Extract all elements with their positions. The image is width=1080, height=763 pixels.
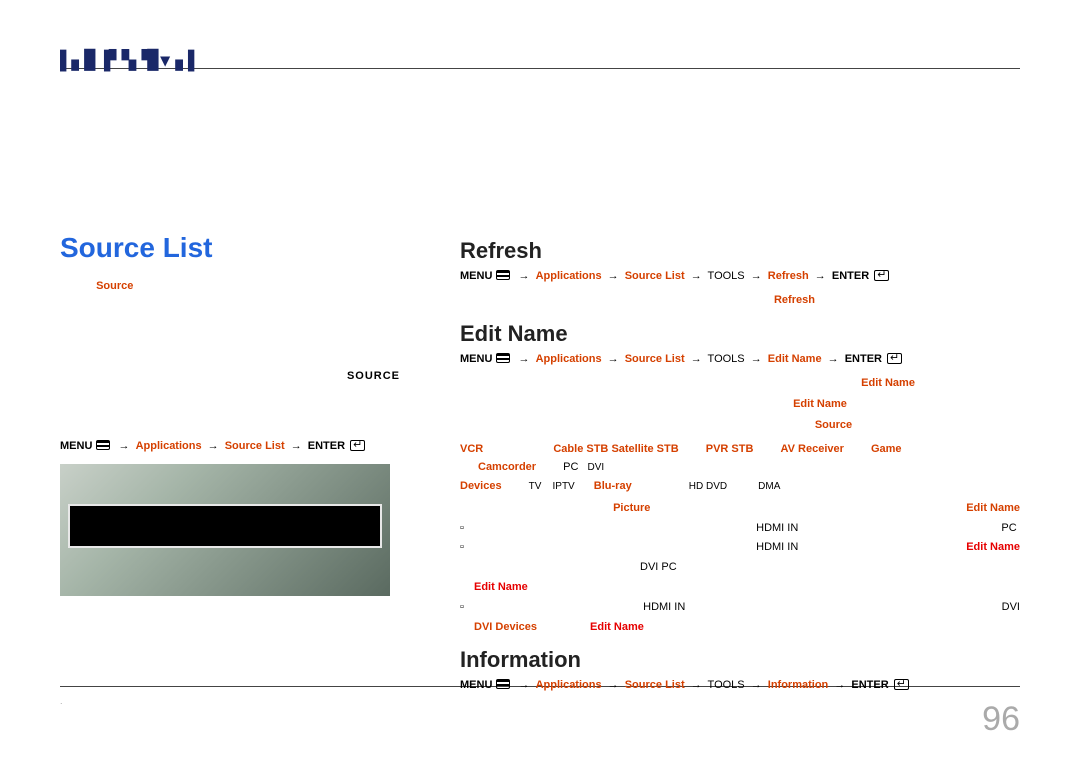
source-intro: ……… Source ………… — [60, 278, 420, 296]
dev-av: AV Receiver — [781, 443, 844, 455]
path-information: MENU → Applications → Source List → TOOL… — [460, 677, 1020, 691]
p-editname: Edit Name — [768, 353, 822, 365]
enter-icon — [350, 440, 365, 451]
p-src: Source List — [625, 270, 685, 282]
b3-dvidev: DVI Devices — [474, 621, 537, 633]
p-src: Source List — [625, 353, 685, 365]
p-tools: TOOLS — [708, 353, 745, 365]
dev-bluray: Blu-ray — [594, 480, 632, 492]
kw-source: Source — [96, 280, 133, 292]
menu-icon — [96, 440, 110, 450]
p-apps: Applications — [536, 353, 602, 365]
b3-hdmin: HDMI IN — [643, 601, 685, 613]
section-information: Information MENU → Applications → Source… — [460, 647, 1020, 691]
p-menu: MENU — [460, 353, 492, 365]
p-tools: TOOLS — [708, 270, 745, 282]
enter-icon — [887, 353, 902, 364]
p-menu: MENU — [460, 270, 492, 282]
path-editname: MENU → Applications → Source List → TOOL… — [460, 351, 1020, 365]
refresh-body: …………………………………… Refresh …… — [460, 290, 1020, 311]
heading-refresh: Refresh — [460, 238, 1020, 264]
dev-game: Game — [871, 443, 902, 455]
path-sourcelist-label: Source List — [225, 440, 285, 452]
dev-pvr: PVR STB — [706, 443, 754, 455]
path-sourcelist: MENU → Applications → Source List → ENTE… — [60, 438, 420, 452]
screenshot-placeholder — [60, 464, 390, 596]
heading-source-list: Source List — [60, 232, 420, 264]
b2-en: Edit Name — [474, 581, 528, 593]
p-enter: ENTER — [845, 353, 882, 365]
menu-icon — [496, 679, 510, 689]
p-apps: Applications — [536, 679, 602, 691]
b1-pc: PC — [1001, 522, 1016, 534]
b2-hdmin: HDMI IN — [756, 541, 798, 553]
p-info: Information — [768, 679, 829, 691]
screenshot-menu-bar — [68, 504, 382, 548]
kw-src: Source — [815, 419, 852, 431]
enter-icon — [874, 270, 889, 281]
picture-line: Picture ………………………………………………………………………… Edi… — [460, 498, 1020, 519]
source-caps: SOURCE — [60, 370, 400, 382]
p-refresh: Refresh — [768, 270, 809, 282]
b3-en: Edit Name — [590, 621, 644, 633]
kw-refresh: Refresh — [774, 294, 815, 306]
kw-picture: Picture — [613, 502, 650, 514]
dev-cable: Cable STB — [553, 443, 608, 455]
kw-en1: Edit Name — [861, 377, 915, 389]
p-enter: ENTER — [851, 679, 888, 691]
page-number: 96 — [982, 700, 1020, 739]
b1-en: Edit Name — [966, 541, 1020, 553]
dev-vcr: VCR — [460, 443, 483, 455]
b1-hdmin: HDMI IN — [756, 522, 798, 534]
p-apps: Applications — [536, 270, 602, 282]
menu-icon — [496, 353, 510, 363]
menu-icon — [496, 270, 510, 280]
enter-icon — [894, 679, 909, 690]
kw-en3: Edit Name — [966, 502, 1020, 514]
bullet-row-3: ▫ …………………………… HDMI IN DVI DVI Devices Ed… — [460, 598, 1020, 638]
p-menu: MENU — [460, 679, 492, 691]
brand-logo: ▌▖▊▐▘▚▝▊▾▗▐ — [60, 50, 193, 71]
path-applications: Applications — [136, 440, 202, 452]
path-enter: ENTER — [308, 440, 345, 452]
section-editname: Edit Name MENU → Applications → Source L… — [460, 321, 1020, 637]
dev-sat: Satellite STB — [611, 443, 678, 455]
path-refresh: MENU → Applications → Source List → TOOL… — [460, 268, 1020, 282]
dev-devices: Devices — [460, 480, 502, 492]
section-refresh: Refresh MENU → Applications → Source Lis… — [460, 238, 1020, 311]
heading-information: Information — [460, 647, 1020, 673]
editname-body: ………………………… Edit Name …… …………… Edit Name … — [460, 373, 1020, 436]
p-tools: TOOLS — [708, 679, 745, 691]
bullet-row-2: ▫ …………………………………… HDMI IN DVI PC Edit Nam… — [460, 538, 1020, 597]
top-rule — [60, 68, 1020, 69]
dev-cam: Camcorder — [478, 461, 536, 473]
p-enter: ENTER — [832, 270, 869, 282]
p-src: Source List — [625, 679, 685, 691]
path-menu: MENU — [60, 440, 92, 452]
bullet-row-1: ▫ …………………………………… HDMI IN PC Edit Name — [460, 519, 1020, 539]
heading-editname: Edit Name — [460, 321, 1020, 347]
footer-code: . — [60, 696, 63, 706]
kw-en2: Edit Name — [793, 398, 847, 410]
devices-list: VCR Cable STB Satellite STB PVR STB AV R… — [460, 440, 1020, 496]
